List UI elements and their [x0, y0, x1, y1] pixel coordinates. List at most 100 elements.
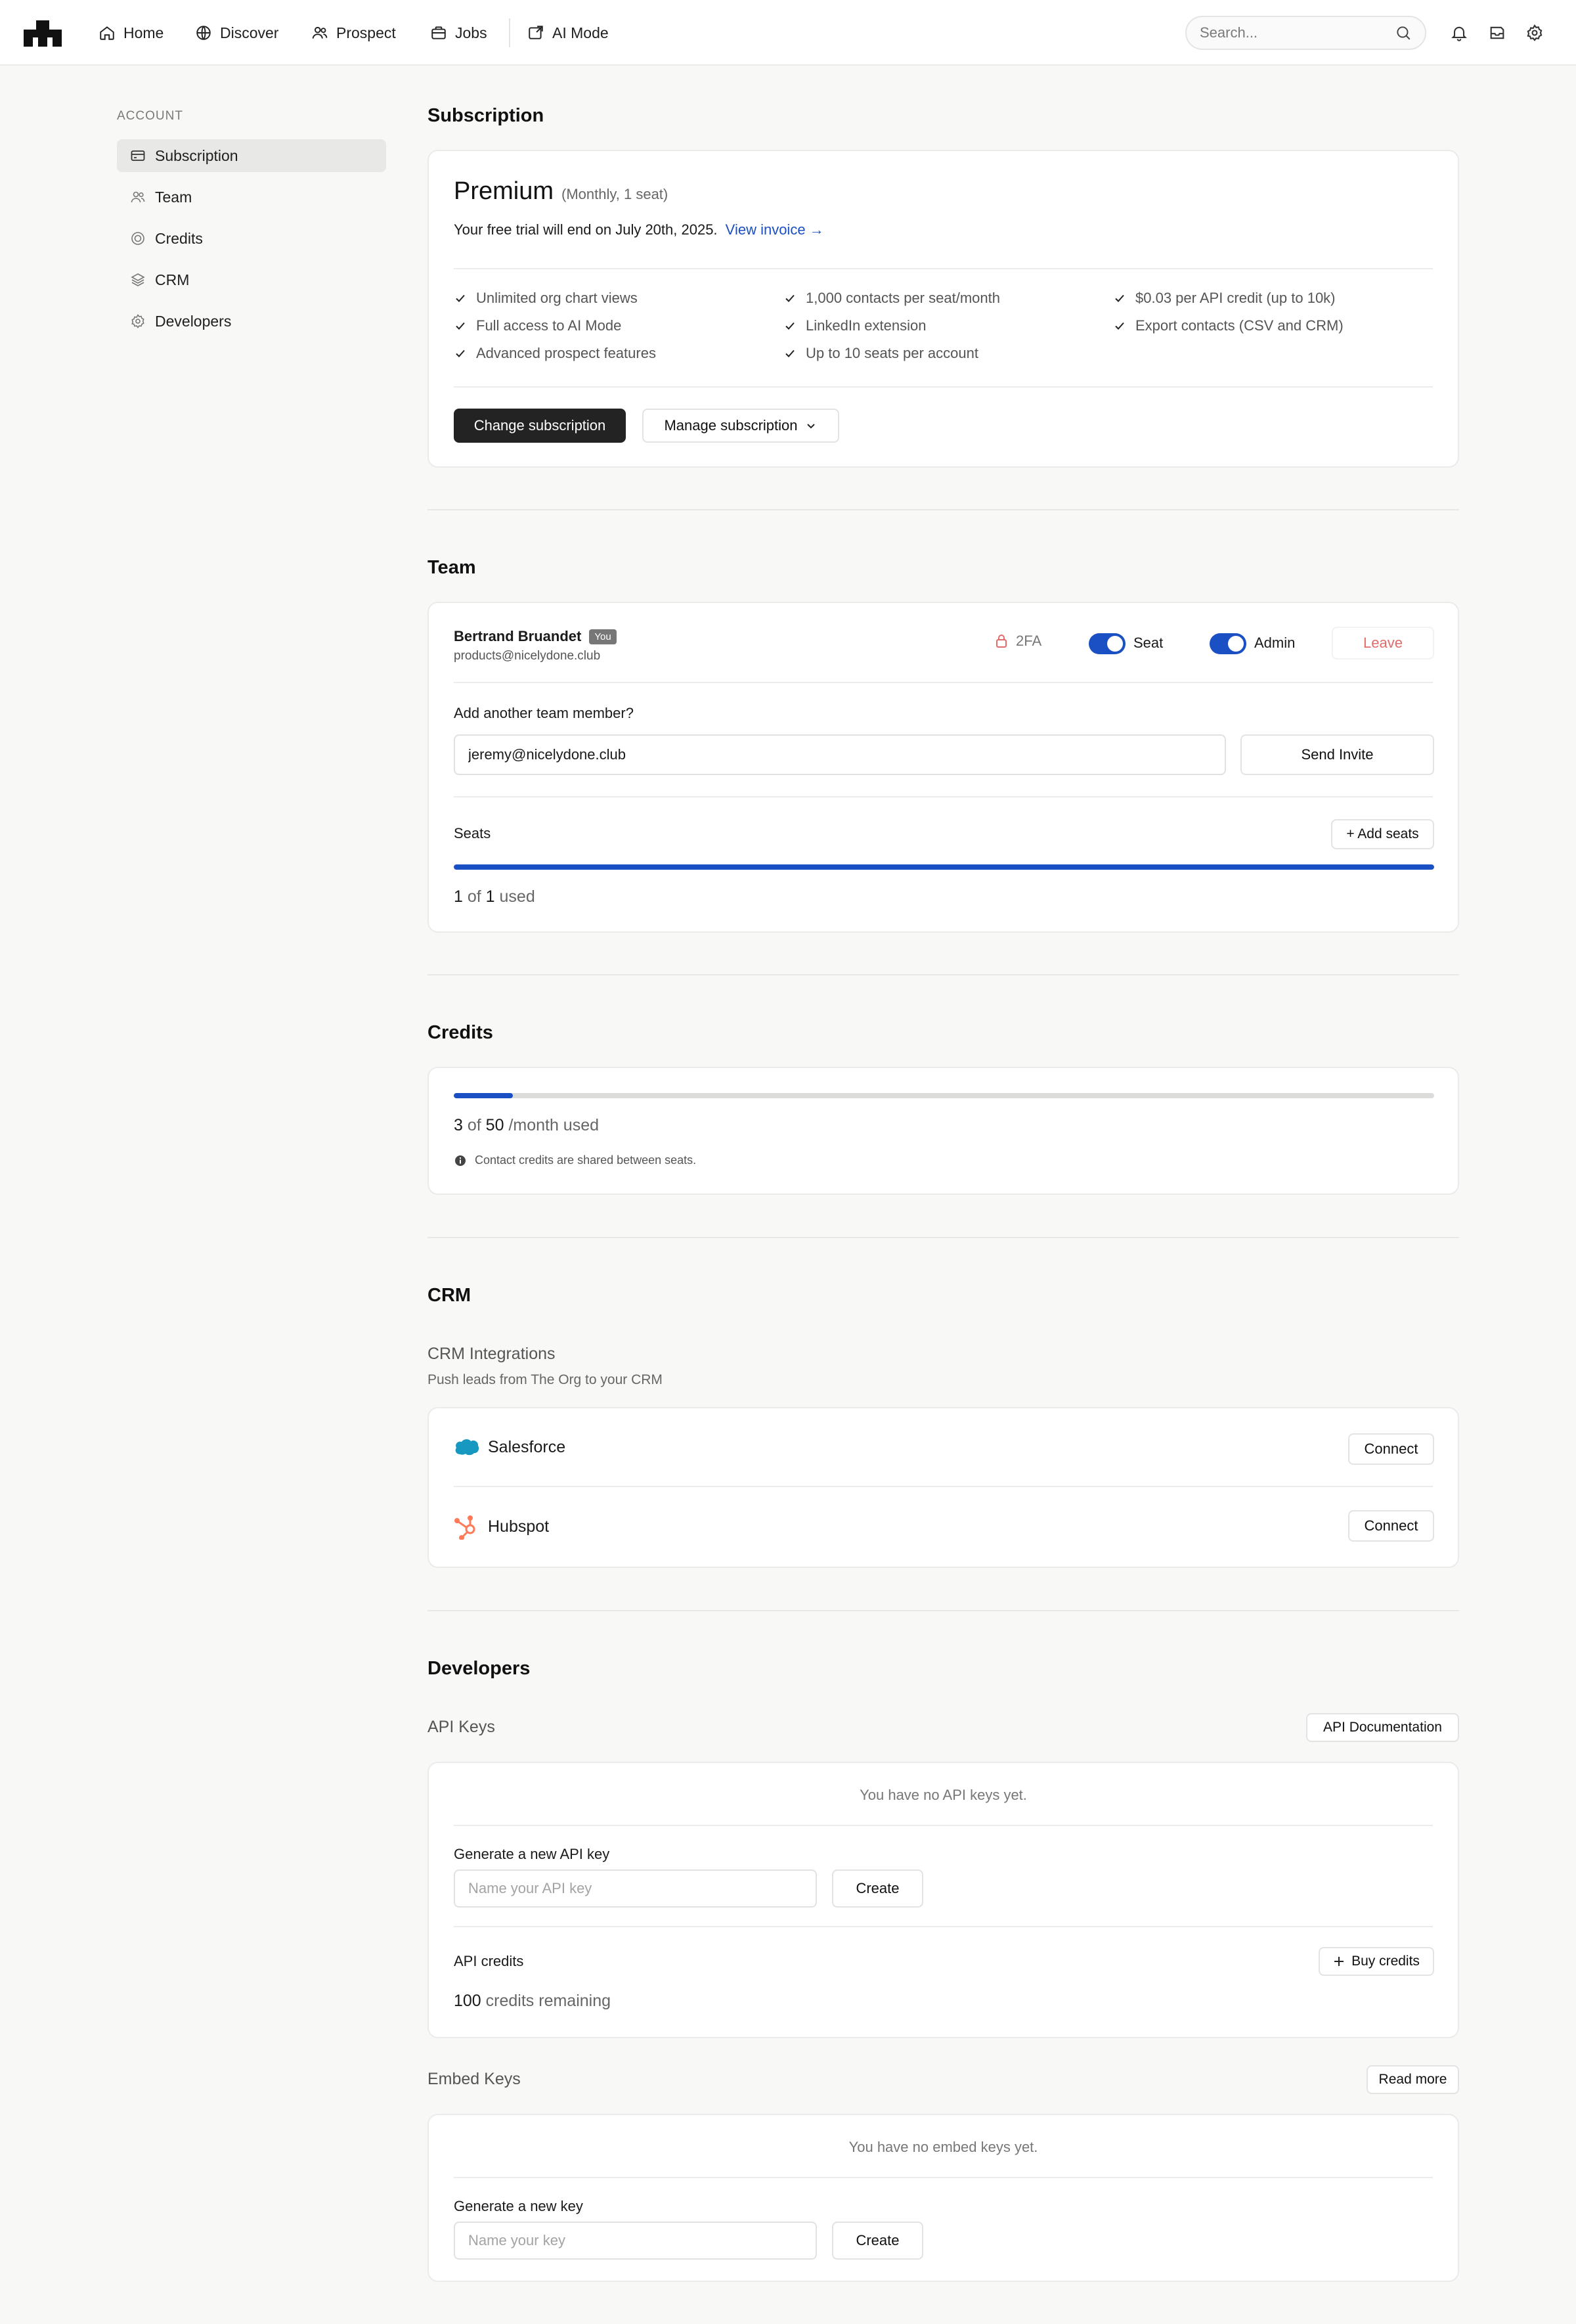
- divider: [454, 386, 1433, 388]
- add-member-label: Add another team member?: [454, 705, 634, 721]
- credits-remaining-value: 100: [454, 1992, 481, 2010]
- nav-discover-label: Discover: [220, 24, 279, 41]
- plan-header: Premium (Monthly, 1 seat): [454, 177, 668, 206]
- crm-description: Push leads from The Org to your CRM: [427, 1372, 663, 1387]
- feature-item: Full access to AI Mode: [454, 317, 621, 334]
- integration-salesforce: Salesforce: [454, 1437, 565, 1457]
- embed-key-name-input[interactable]: [454, 2222, 817, 2260]
- section-separator: [427, 974, 1459, 975]
- section-separator: [427, 1237, 1459, 1238]
- seats-progress-fill: [454, 864, 1434, 870]
- search-box[interactable]: [1185, 16, 1426, 50]
- seats-of: of: [467, 887, 481, 906]
- globe-icon: [196, 26, 211, 40]
- plus-icon: [1334, 1957, 1344, 1966]
- hubspot-connect-button[interactable]: Connect: [1348, 1510, 1434, 1542]
- create-embed-key-button[interactable]: Create: [832, 2222, 923, 2260]
- add-seats-button[interactable]: + Add seats: [1331, 819, 1434, 849]
- divider: [454, 268, 1433, 269]
- credits-title: Credits: [427, 1022, 493, 1043]
- subscription-card: Premium (Monthly, 1 seat) Your free tria…: [427, 150, 1459, 468]
- salesforce-icon: [455, 1439, 479, 1456]
- seat-toggle[interactable]: [1089, 633, 1126, 654]
- feature-label: LinkedIn extension: [806, 317, 927, 334]
- nav-prospect-label: Prospect: [336, 24, 396, 41]
- sidebar-item-team[interactable]: Team: [117, 181, 386, 213]
- nav-jobs[interactable]: Jobs: [430, 20, 487, 46]
- sidebar-item-crm[interactable]: CRM: [117, 263, 386, 296]
- integration-hubspot: Hubspot: [454, 1513, 549, 1540]
- buy-credits-label: Buy credits: [1351, 1954, 1420, 1969]
- credits-of: of: [467, 1116, 481, 1134]
- sidebar-item-credits[interactable]: Credits: [117, 222, 386, 255]
- sidebar-item-subscription[interactable]: Subscription: [117, 139, 386, 172]
- seats-label: Seats: [454, 825, 491, 841]
- invite-email-input[interactable]: [454, 734, 1226, 775]
- leave-button[interactable]: Leave: [1332, 627, 1434, 659]
- check-icon: [785, 322, 795, 330]
- feature-label: Unlimited org chart views: [476, 290, 638, 306]
- search-icon[interactable]: [1395, 24, 1412, 41]
- lock-icon: [996, 635, 1007, 648]
- credits-note: Contact credits are shared between seats…: [454, 1153, 696, 1167]
- nav-ai-mode[interactable]: AI Mode: [527, 20, 609, 46]
- feature-label: Export contacts (CSV and CRM): [1135, 317, 1344, 334]
- inbox-icon[interactable]: [1488, 24, 1506, 42]
- nav-prospect[interactable]: Prospect: [311, 20, 396, 46]
- nav-jobs-label: Jobs: [455, 24, 487, 41]
- developers-title: Developers: [427, 1658, 531, 1679]
- send-invite-button[interactable]: Send Invite: [1240, 734, 1434, 775]
- generate-embed-key-label: Generate a new key: [454, 2198, 583, 2214]
- top-navigation: Home Discover Prospect Jobs AI Mode: [0, 0, 1576, 66]
- info-icon: [455, 1155, 466, 1166]
- divider: [454, 796, 1433, 797]
- nav-home[interactable]: Home: [98, 20, 164, 46]
- theorg-logo-icon[interactable]: [24, 20, 62, 47]
- member-name: Bertrand Bruandet: [454, 628, 582, 644]
- manage-subscription-button[interactable]: Manage subscription: [642, 409, 839, 443]
- crm-subtitle: CRM Integrations: [427, 1345, 556, 1363]
- no-embed-keys-text: You have no embed keys yet.: [848, 2139, 1038, 2155]
- sidebar-item-developers[interactable]: Developers: [117, 305, 386, 338]
- api-key-name-input[interactable]: [454, 1869, 817, 1908]
- card-icon: [131, 150, 145, 161]
- view-invoice-link[interactable]: View invoice →: [726, 221, 824, 238]
- read-more-button[interactable]: Read more: [1367, 2065, 1459, 2094]
- layers-icon: [131, 273, 145, 286]
- settings-icon[interactable]: [1525, 24, 1544, 42]
- nav-home-label: Home: [123, 24, 164, 41]
- nav-discover[interactable]: Discover: [195, 20, 278, 46]
- bell-icon[interactable]: [1450, 24, 1468, 42]
- check-icon: [1115, 322, 1124, 330]
- credits-progress-bar: [454, 1093, 1434, 1098]
- search-input[interactable]: [1200, 24, 1395, 41]
- subscription-title: Subscription: [427, 105, 544, 126]
- check-icon: [1115, 294, 1124, 302]
- credits-usage: 3 of 50 /month used: [454, 1116, 599, 1135]
- check-icon: [456, 349, 465, 357]
- home-icon: [100, 26, 114, 40]
- section-separator: [427, 1610, 1459, 1611]
- sidebar-item-label: Credits: [155, 229, 203, 247]
- divider: [454, 1486, 1433, 1487]
- feature-item: Unlimited org chart views: [454, 290, 638, 307]
- change-subscription-button[interactable]: Change subscription: [454, 409, 626, 443]
- divider: [454, 1825, 1433, 1826]
- salesforce-connect-button[interactable]: Connect: [1348, 1433, 1434, 1465]
- api-documentation-button[interactable]: API Documentation: [1306, 1713, 1459, 1742]
- chevron-down-icon: [806, 424, 815, 429]
- credits-remaining-text: credits remaining: [485, 1992, 611, 2010]
- integration-name: Salesforce: [488, 1437, 566, 1456]
- plan-detail: (Monthly, 1 seat): [561, 186, 668, 202]
- seats-total: 1: [485, 887, 495, 906]
- check-icon: [456, 294, 465, 302]
- embed-keys-card: You have no embed keys yet. Generate a n…: [427, 2114, 1459, 2282]
- sidebar-item-label: CRM: [155, 271, 190, 288]
- create-api-key-button[interactable]: Create: [832, 1869, 923, 1908]
- twofa-label: 2FA: [1016, 633, 1042, 649]
- crm-title: CRM: [427, 1285, 471, 1306]
- buy-credits-button[interactable]: Buy credits: [1319, 1947, 1434, 1976]
- credits-card: 3 of 50 /month used Contact credits are …: [427, 1067, 1459, 1195]
- admin-toggle[interactable]: [1210, 633, 1246, 654]
- feature-label: $0.03 per API credit (up to 10k): [1135, 290, 1336, 306]
